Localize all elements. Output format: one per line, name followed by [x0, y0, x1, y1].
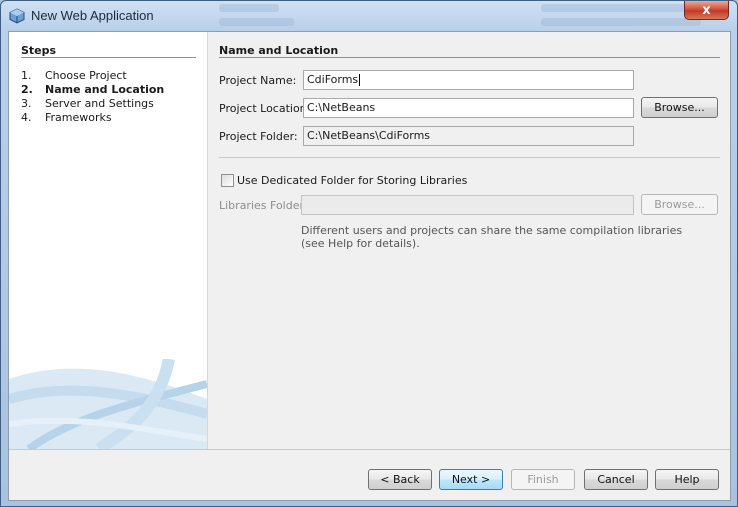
title-bar[interactable]: New Web Application x [1, 1, 737, 31]
section-divider [219, 57, 720, 58]
libraries-hint: Different users and projects can share t… [301, 224, 683, 250]
project-folder-field: C:\NetBeans\CdiForms [303, 126, 634, 146]
netbeans-swoosh-decoration [9, 359, 207, 449]
project-location-browse-button[interactable]: Browse... [641, 97, 718, 118]
finish-button: Finish [511, 469, 575, 490]
cancel-button[interactable]: Cancel [584, 469, 648, 490]
step-item-server-and-settings: 3. Server and Settings [21, 97, 154, 110]
libraries-folder-browse-button: Browse... [641, 194, 718, 215]
section-heading: Name and Location [219, 44, 339, 57]
name-location-panel: Name and Location Project Name: CdiForms… [207, 32, 730, 449]
step-item-choose-project: 1. Choose Project [21, 69, 127, 82]
libraries-folder-label: Libraries Folder: [219, 199, 308, 212]
dedicated-folder-label[interactable]: Use Dedicated Folder for Storing Librari… [237, 174, 467, 187]
libraries-folder-input [301, 195, 634, 215]
project-name-label: Project Name: [219, 74, 297, 87]
footer-divider [9, 449, 730, 450]
dialog-client: Steps 1. Choose Project 2. Name and Locati… [8, 31, 731, 501]
steps-heading: Steps [21, 44, 57, 57]
dedicated-folder-checkbox[interactable] [221, 174, 234, 187]
background-window-ghost [201, 1, 737, 31]
steps-panel: Steps 1. Choose Project 2. Name and Locati… [9, 32, 208, 449]
step-item-name-and-location: 2. Name and Location [21, 83, 165, 96]
project-location-input[interactable]: C:\NetBeans [303, 98, 634, 118]
steps-divider [21, 57, 196, 58]
project-location-label: Project Location: [219, 102, 311, 115]
project-folder-label: Project Folder: [219, 130, 298, 143]
netbeans-cube-icon [9, 8, 25, 24]
dialog-window: New Web Application x Steps 1. Choose Pro… [0, 0, 738, 507]
project-name-input[interactable]: CdiForms [303, 70, 634, 90]
options-separator [219, 157, 720, 158]
window-title: New Web Application [31, 8, 154, 23]
help-button[interactable]: Help [655, 469, 719, 490]
back-button[interactable]: < Back [368, 469, 432, 490]
next-button[interactable]: Next > [439, 469, 503, 490]
close-button[interactable]: x [684, 1, 729, 20]
step-item-frameworks: 4. Frameworks [21, 111, 112, 124]
